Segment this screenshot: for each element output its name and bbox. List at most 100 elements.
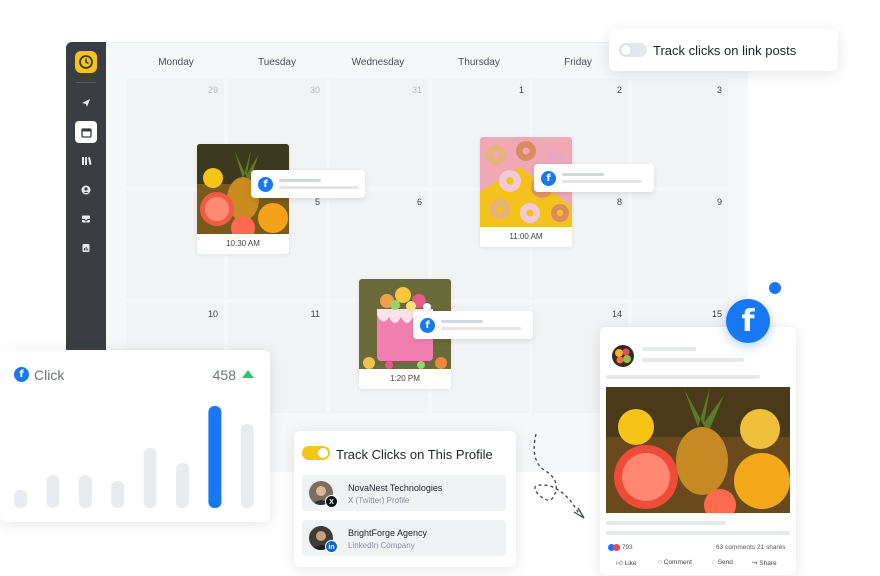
app-logo[interactable] xyxy=(75,51,97,73)
post-preview-pill: f xyxy=(251,170,365,198)
click-bar xyxy=(208,406,222,508)
click-bar xyxy=(78,475,92,508)
click-bar xyxy=(240,424,254,508)
like-button[interactable]: 👍︎ Like xyxy=(616,559,637,567)
sidebar-item-inbox[interactable] xyxy=(75,208,97,230)
sidebar-divider xyxy=(76,82,96,83)
sidebar-item-calendar[interactable] xyxy=(75,121,97,143)
link-tracking-toggle[interactable] xyxy=(619,43,647,57)
day-header: Tuesday xyxy=(258,57,296,68)
reaction-count: 793 xyxy=(621,544,633,552)
placeholder-line xyxy=(562,180,642,183)
link-click-tracking-card: Track clicks on link posts xyxy=(609,29,838,71)
account-row[interactable]: in BrightForge Agency LinkedIn Company xyxy=(302,520,506,556)
post-time: 1:20 PM xyxy=(390,374,420,383)
facebook-icon: f xyxy=(541,171,556,186)
messenger-icon: ◌ xyxy=(712,559,716,566)
sidebar xyxy=(66,42,106,372)
linkedin-icon: in xyxy=(325,540,338,553)
reaction-summary: 793 xyxy=(608,544,633,551)
placeholder-line xyxy=(642,358,744,362)
date-number: 30 xyxy=(309,85,320,95)
profile-tracking-toggle[interactable] xyxy=(302,446,330,460)
date-number: 31 xyxy=(411,85,422,95)
date-number: 8 xyxy=(616,197,622,207)
post-preview-pill: f xyxy=(413,311,533,339)
post-preview-pill: f xyxy=(534,164,654,192)
account-type: X (Twitter) Profile xyxy=(348,496,410,505)
date-number: 2 xyxy=(616,85,622,95)
placeholder-line xyxy=(279,186,359,189)
date-number: 3 xyxy=(716,85,722,95)
action-label: Share xyxy=(759,560,777,567)
click-bar xyxy=(14,490,27,508)
share-count: 21 shares xyxy=(757,544,786,551)
action-label: Like xyxy=(624,560,637,567)
account-row[interactable]: X NovaNest Technologies X (Twitter) Prof… xyxy=(302,475,506,511)
love-reaction-icon xyxy=(613,544,620,551)
placeholder-line xyxy=(606,375,760,379)
toggle-knob xyxy=(318,448,328,458)
profile-tracking-card: Track Clicks on This Profile X NovaNest … xyxy=(294,431,516,567)
facebook-icon: f xyxy=(258,177,273,192)
sidebar-item-library[interactable] xyxy=(75,150,97,172)
post-time: 11:00 AM xyxy=(509,232,543,241)
scheduled-post[interactable]: 11:00 AM xyxy=(480,137,572,247)
placeholder-line xyxy=(279,179,321,182)
date-number: 5 xyxy=(314,197,320,207)
comment-button[interactable]: ○ Comment xyxy=(658,559,692,566)
date-number: 6 xyxy=(416,197,422,207)
toggle-knob xyxy=(621,45,631,55)
click-bar xyxy=(111,481,125,508)
calendar-cell[interactable]: 9 xyxy=(632,191,728,299)
report-icon xyxy=(82,244,90,252)
date-number: 29 xyxy=(207,85,218,95)
account-type: LinkedIn Company xyxy=(348,541,415,550)
account-name: NovaNest Technologies xyxy=(348,483,443,493)
sidebar-item-accounts[interactable] xyxy=(75,179,97,201)
scheduled-post[interactable]: 10:30 AM xyxy=(197,144,289,254)
post-time: 10:30 AM xyxy=(226,239,260,248)
placeholder-line xyxy=(606,521,726,525)
connector-arrow xyxy=(533,433,585,519)
day-header: Monday xyxy=(158,57,194,68)
date-number: 1 xyxy=(518,85,524,95)
placeholder-line xyxy=(642,347,696,351)
clock-icon xyxy=(79,55,93,69)
click-bar xyxy=(143,448,157,508)
canvas: Monday Tuesday Wednesday Thursday Friday… xyxy=(0,0,880,576)
action-label: Send xyxy=(717,559,733,566)
send-icon xyxy=(82,99,90,107)
facebook-icon: f xyxy=(726,299,770,343)
comment-icon: ○ xyxy=(658,559,662,566)
toggle-label: Track clicks on link posts xyxy=(653,43,797,58)
sidebar-item-reports[interactable] xyxy=(75,237,97,259)
facebook-icon: f xyxy=(420,318,435,333)
share-icon: ↪ xyxy=(752,560,758,567)
click-bar xyxy=(176,463,189,508)
account-name: BrightForge Agency xyxy=(348,528,428,538)
share-button[interactable]: ↪ Share xyxy=(752,559,777,567)
library-icon xyxy=(81,157,91,165)
date-number: 11 xyxy=(310,309,320,319)
date-number: 15 xyxy=(711,309,722,319)
click-stats-card: f Click 458 xyxy=(0,350,270,522)
placeholder-line xyxy=(441,327,521,330)
action-label: Comment xyxy=(663,559,692,566)
page-avatar xyxy=(612,345,634,367)
calendar-icon xyxy=(80,127,92,138)
placeholder-line xyxy=(441,320,483,323)
x-icon: X xyxy=(325,495,338,508)
thumbs-up-icon: 👍︎ xyxy=(616,560,623,567)
facebook-post-preview: 793 63 comments 21 shares 👍︎ Like ○ Comm… xyxy=(600,327,796,575)
send-button[interactable]: ◌ Send xyxy=(712,559,733,566)
day-header: Wednesday xyxy=(351,57,405,68)
click-bar-chart xyxy=(14,406,254,508)
post-image xyxy=(606,387,790,513)
toggle-label: Track Clicks on This Profile xyxy=(336,447,493,462)
date-number: 14 xyxy=(611,309,622,319)
day-header: Thursday xyxy=(458,57,500,68)
sidebar-item-publish[interactable] xyxy=(75,92,97,114)
comment-count: 63 comments xyxy=(716,544,756,551)
placeholder-line xyxy=(562,173,604,176)
